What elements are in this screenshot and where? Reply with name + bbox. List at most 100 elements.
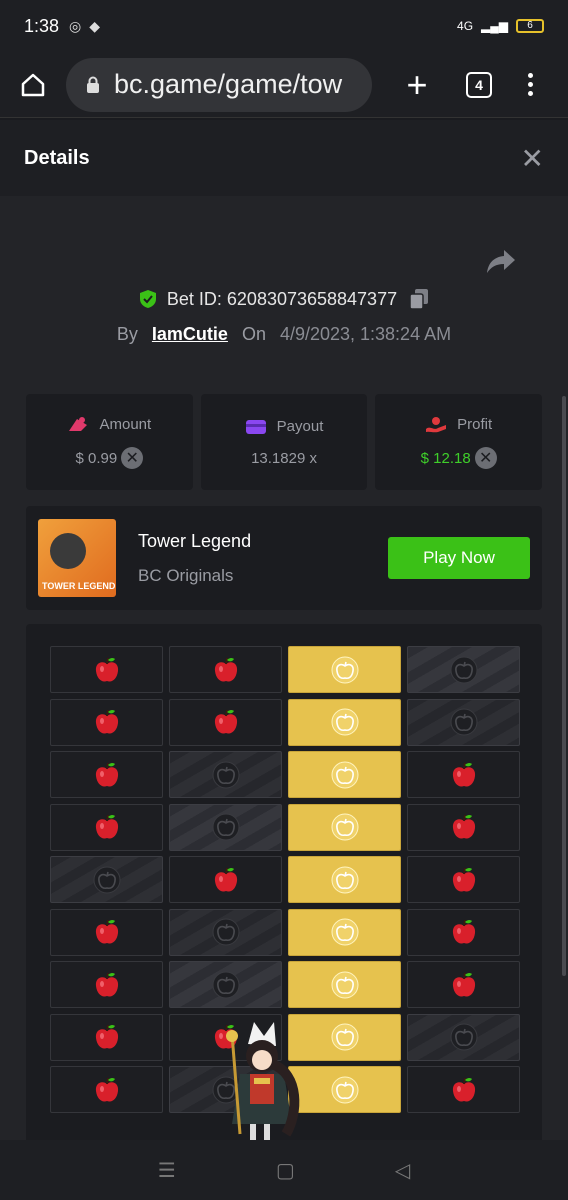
home-button[interactable] bbox=[14, 66, 52, 104]
apple-icon bbox=[452, 919, 475, 944]
apple-cell bbox=[407, 908, 520, 956]
bomb-icon bbox=[212, 971, 239, 998]
stats-row: Amount $ 0.99 ✕ Payout 13.1829 x Profit … bbox=[26, 394, 543, 490]
tab-switcher-button[interactable]: 4 bbox=[466, 71, 492, 98]
apple-icon bbox=[452, 814, 475, 839]
apple-cell bbox=[50, 751, 163, 798]
payout-label: Payout bbox=[276, 418, 324, 435]
bomb-icon bbox=[450, 708, 477, 736]
apple-cell bbox=[50, 1066, 163, 1113]
apple-icon bbox=[95, 919, 118, 944]
apple-icon bbox=[95, 657, 118, 682]
apple-cell bbox=[50, 908, 163, 956]
apple-cell bbox=[50, 646, 163, 693]
gold-apple-icon bbox=[331, 866, 358, 893]
apple-icon bbox=[95, 1077, 118, 1102]
username-link[interactable]: IamCutie bbox=[152, 324, 228, 345]
status-right: 4G ▂▄▆ 6 bbox=[457, 19, 544, 33]
new-tab-button[interactable]: + bbox=[402, 66, 432, 103]
apple-cell bbox=[407, 856, 520, 903]
lock-icon bbox=[87, 76, 99, 93]
scrollbar[interactable] bbox=[562, 396, 566, 976]
profit-icon bbox=[426, 417, 447, 433]
bet-date: 4/9/2023, 1:38:24 AM bbox=[279, 324, 452, 344]
status-time: 1:38 bbox=[24, 15, 60, 36]
apple-cell bbox=[407, 751, 520, 798]
bomb-icon bbox=[212, 761, 239, 788]
bomb-cell bbox=[50, 856, 163, 903]
copy-icon[interactable] bbox=[409, 288, 429, 310]
apple-icon bbox=[452, 972, 475, 997]
gold-apple-icon bbox=[331, 1076, 358, 1103]
bomb-cell bbox=[407, 646, 520, 693]
layers-status-icon: ◆ bbox=[89, 17, 101, 34]
home-icon bbox=[21, 73, 45, 96]
payout-card: Payout 13.1829 x bbox=[200, 394, 368, 490]
url-text: bc.game/game/tow bbox=[114, 69, 343, 99]
details-content: Bet ID: 62083073658847377 By IamCutie On… bbox=[0, 196, 568, 1140]
bomb-cell bbox=[169, 961, 282, 1008]
shield-icon bbox=[139, 290, 156, 308]
page-title: Details bbox=[24, 146, 90, 169]
apple-icon bbox=[95, 709, 118, 734]
bet-id-row: Bet ID: 62083073658847377 bbox=[0, 288, 568, 310]
apple-cell bbox=[169, 856, 282, 903]
status-bar: 1:38 ◎ ◆ 4G ▂▄▆ 6 bbox=[0, 0, 568, 52]
apple-icon bbox=[452, 867, 475, 892]
recents-button[interactable]: ☰ bbox=[158, 1158, 176, 1183]
apple-cell bbox=[407, 961, 520, 1008]
url-bar[interactable]: bc.game/game/tow bbox=[66, 57, 372, 112]
mascot-character bbox=[226, 1022, 300, 1140]
coin-icon: ✕ bbox=[121, 447, 144, 469]
bomb-cell bbox=[407, 1013, 520, 1061]
browser-toolbar: bc.game/game/tow + 4 bbox=[0, 52, 568, 118]
network-label: 4G bbox=[457, 19, 474, 33]
apple-cell bbox=[407, 1066, 520, 1113]
selected-cell bbox=[288, 646, 401, 693]
selected-cell bbox=[288, 961, 401, 1008]
apple-icon bbox=[95, 762, 118, 787]
bettor-row: By IamCutie On 4/9/2023, 1:38:24 AM bbox=[0, 324, 568, 345]
bomb-icon bbox=[212, 918, 239, 946]
back-button[interactable]: ◁ bbox=[395, 1158, 410, 1183]
apple-icon bbox=[452, 762, 475, 787]
on-label: On bbox=[241, 324, 266, 344]
signal-icon: ▂▄▆ bbox=[481, 19, 508, 33]
close-button[interactable]: ✕ bbox=[521, 142, 544, 175]
game-provider: BC Originals bbox=[138, 565, 234, 585]
payout-icon bbox=[245, 419, 266, 434]
gold-apple-icon bbox=[331, 813, 358, 841]
bomb-icon bbox=[450, 1023, 477, 1051]
game-thumb-text: TOWER LEGEND bbox=[42, 581, 116, 591]
amount-value: $ 0.99 bbox=[75, 449, 118, 467]
apple-cell bbox=[50, 961, 163, 1008]
settings-status-icon: ◎ bbox=[69, 17, 82, 34]
bomb-icon bbox=[212, 813, 239, 841]
profit-card: Profit $ 12.18 ✕ bbox=[375, 394, 543, 490]
game-thumbnail[interactable]: TOWER LEGEND bbox=[38, 519, 116, 597]
coin-icon: ✕ bbox=[474, 447, 497, 469]
apple-icon bbox=[95, 1024, 118, 1049]
bomb-cell bbox=[169, 751, 282, 798]
home-nav-button[interactable]: ▢ bbox=[276, 1158, 295, 1183]
apple-cell bbox=[50, 803, 163, 851]
selected-cell bbox=[288, 856, 401, 903]
gold-apple-icon bbox=[331, 971, 358, 998]
apple-icon bbox=[95, 972, 118, 997]
selected-cell bbox=[288, 751, 401, 798]
gold-apple-icon bbox=[331, 1023, 358, 1051]
play-now-button[interactable]: Play Now bbox=[388, 537, 530, 579]
apple-cell bbox=[50, 698, 163, 746]
apple-cell bbox=[50, 1013, 163, 1061]
details-header: Details ✕ bbox=[0, 120, 568, 196]
apple-cell bbox=[169, 646, 282, 693]
apple-icon bbox=[214, 709, 237, 734]
apple-icon bbox=[95, 814, 118, 839]
bomb-cell bbox=[169, 908, 282, 956]
selected-cell bbox=[288, 908, 401, 956]
gold-apple-icon bbox=[331, 761, 358, 788]
menu-button[interactable] bbox=[528, 73, 533, 96]
apple-icon bbox=[452, 1077, 475, 1102]
share-icon[interactable] bbox=[486, 248, 516, 274]
bomb-icon bbox=[450, 656, 477, 683]
